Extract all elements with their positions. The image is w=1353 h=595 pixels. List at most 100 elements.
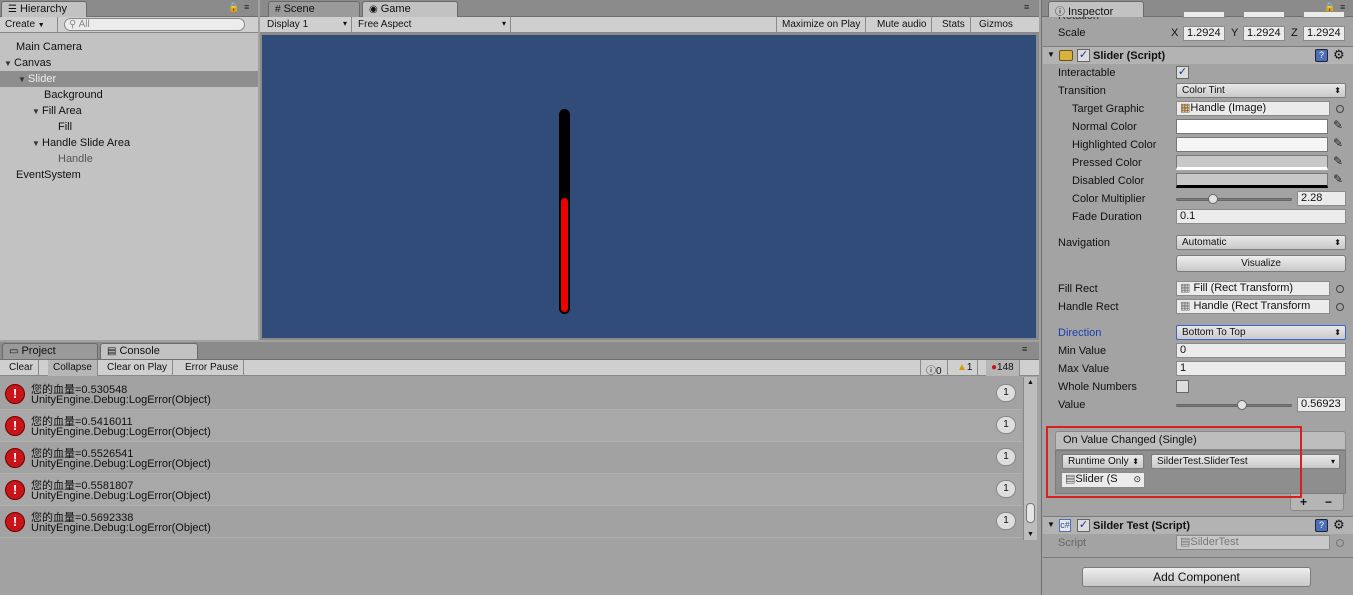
gear-icon[interactable]: ⚙: [1333, 517, 1345, 533]
fade-duration-label: Fade Duration: [1072, 211, 1142, 223]
console-entry[interactable]: ! 您的血量=0.5581807 UnityEngine.Debug:LogEr…: [0, 474, 1022, 506]
scale-z-field[interactable]: 1.2924: [1303, 26, 1345, 41]
maximize-on-play-toggle[interactable]: Maximize on Play: [776, 17, 867, 33]
slider-component-header[interactable]: ▼ ✓ Slider (Script) ? ⚙: [1043, 46, 1353, 64]
pressed-color-swatch[interactable]: [1176, 155, 1328, 170]
object-picker-icon[interactable]: [1336, 303, 1344, 311]
aspect-dropdown[interactable]: Free Aspect ▾: [353, 17, 511, 33]
gear-icon[interactable]: ⚙: [1333, 47, 1345, 63]
eyedropper-icon[interactable]: ✎: [1333, 154, 1343, 168]
scale-x-field[interactable]: 1.2924: [1183, 26, 1225, 41]
game-icon: ◉: [369, 4, 378, 15]
color-multiplier-field[interactable]: 2.28: [1297, 191, 1346, 206]
min-value-field[interactable]: 0: [1176, 343, 1346, 358]
navigation-dropdown[interactable]: Automatic ⬍: [1176, 235, 1346, 250]
eyedropper-icon[interactable]: ✎: [1333, 172, 1343, 186]
help-icon[interactable]: ?: [1315, 519, 1328, 532]
color-multiplier-thumb[interactable]: [1208, 194, 1218, 204]
tab-scene[interactable]: # Scene: [268, 1, 360, 17]
mute-audio-toggle[interactable]: Mute audio: [872, 17, 933, 33]
hierarchy-item[interactable]: Handle: [0, 151, 258, 167]
hierarchy-item[interactable]: Main Camera: [0, 39, 258, 55]
silder-test-component-header[interactable]: ▼ c# ✓ Silder Test (Script) ? ⚙: [1043, 516, 1353, 534]
error-filter-toggle[interactable]: ●148: [986, 360, 1020, 376]
highlighted-color-swatch[interactable]: [1176, 137, 1328, 152]
scroll-down-icon[interactable]: ▼: [1027, 531, 1034, 538]
eyedropper-icon[interactable]: ✎: [1333, 136, 1343, 150]
rotation-y-field[interactable]: [1243, 11, 1285, 18]
panel-menu-icon[interactable]: ≡: [244, 2, 249, 12]
gizmos-toggle[interactable]: Gizmos: [974, 17, 1018, 33]
info-filter-toggle[interactable]: ⓘ0: [920, 360, 948, 377]
clear-on-play-toggle[interactable]: Clear on Play: [102, 360, 174, 376]
eyedropper-icon[interactable]: ✎: [1333, 118, 1343, 132]
object-picker-icon[interactable]: [1336, 285, 1344, 293]
target-graphic-field[interactable]: ▦Handle (Image): [1176, 101, 1330, 116]
expand-arrow-icon[interactable]: ▼: [32, 136, 42, 152]
interactable-checkbox[interactable]: ✓: [1176, 66, 1189, 79]
normal-color-swatch[interactable]: [1176, 119, 1328, 134]
max-value-field[interactable]: 1: [1176, 361, 1346, 376]
hierarchy-item[interactable]: Background: [0, 87, 258, 103]
rotation-x-field[interactable]: [1183, 11, 1225, 18]
collapse-toggle[interactable]: Collapse: [48, 360, 98, 376]
hierarchy-item[interactable]: ▼ Handle Slide Area: [0, 135, 258, 151]
hierarchy-item[interactable]: Fill: [0, 119, 258, 135]
slider-enabled-checkbox[interactable]: ✓: [1077, 49, 1090, 62]
tab-inspector[interactable]: ⓘ Inspector: [1048, 1, 1144, 18]
console-entry[interactable]: ! 您的血量=0.5692338 UnityEngine.Debug:LogEr…: [0, 506, 1022, 538]
transition-dropdown[interactable]: Color Tint ⬍: [1176, 83, 1346, 98]
tab-console[interactable]: ▤ Console: [100, 343, 198, 359]
handle-rect-field[interactable]: ▦ Handle (Rect Transform: [1176, 299, 1330, 314]
fade-duration-field[interactable]: 0.1: [1176, 209, 1346, 224]
console-entry[interactable]: ! 您的血量=0.530548 UnityEngine.Debug:LogErr…: [0, 378, 1022, 410]
search-input[interactable]: ⚲ All: [64, 18, 245, 31]
console-entry[interactable]: ! 您的血量=0.5526541 UnityEngine.Debug:LogEr…: [0, 442, 1022, 474]
value-field[interactable]: 0.56923: [1297, 397, 1346, 412]
clear-button[interactable]: Clear: [4, 360, 39, 376]
game-tabbar: # Scene ◉ Game ≡: [260, 0, 1039, 17]
panel-menu-icon[interactable]: ≡: [1022, 344, 1027, 354]
rotation-z-field[interactable]: [1303, 11, 1345, 18]
scroll-thumb[interactable]: [1026, 503, 1035, 523]
game-view[interactable]: [262, 35, 1036, 338]
value-slider-thumb[interactable]: [1237, 400, 1247, 410]
disabled-color-swatch[interactable]: [1176, 173, 1328, 188]
scroll-up-icon[interactable]: ▲: [1027, 379, 1034, 386]
tab-hierarchy[interactable]: ☰ Hierarchy: [1, 1, 87, 17]
color-multiplier-slider[interactable]: [1176, 198, 1292, 201]
hierarchy-item[interactable]: ▼ Fill Area: [0, 103, 258, 119]
stats-toggle[interactable]: Stats: [937, 17, 971, 33]
foldout-arrow-icon[interactable]: ▼: [1047, 520, 1055, 529]
error-pause-toggle[interactable]: Error Pause: [180, 360, 245, 376]
expand-arrow-icon[interactable]: ▼: [18, 72, 28, 88]
console-scrollbar[interactable]: ▲ ▼: [1023, 377, 1037, 540]
hierarchy-tabbar: ☰ Hierarchy 🔒 ≡: [0, 0, 258, 17]
warning-filter-toggle[interactable]: ▲1: [952, 360, 979, 376]
console-entry[interactable]: ! 您的血量=0.5416011 UnityEngine.Debug:LogEr…: [0, 410, 1022, 442]
visualize-button[interactable]: Visualize: [1176, 255, 1346, 272]
tab-project[interactable]: ▭ Project: [2, 343, 98, 359]
add-component-button[interactable]: Add Component: [1082, 567, 1311, 587]
panel-menu-icon[interactable]: ≡: [1024, 2, 1029, 12]
create-button[interactable]: Create ▼: [0, 17, 58, 33]
display-dropdown[interactable]: Display 1 ▾: [262, 17, 352, 33]
value-slider[interactable]: [1176, 404, 1292, 407]
help-icon[interactable]: ?: [1315, 49, 1328, 62]
dropdown-caret-icon: ⬍: [1334, 328, 1341, 337]
foldout-arrow-icon[interactable]: ▼: [1047, 50, 1055, 59]
hierarchy-item-selected[interactable]: ▼ Slider: [0, 71, 258, 87]
scale-y-field[interactable]: 1.2924: [1243, 26, 1285, 41]
lock-icon[interactable]: 🔒: [228, 2, 239, 13]
remove-event-button[interactable]: −: [1325, 495, 1332, 509]
hierarchy-item[interactable]: ▼ Canvas: [0, 55, 258, 71]
direction-dropdown[interactable]: Bottom To Top ⬍: [1176, 325, 1346, 340]
silder-test-enabled-checkbox[interactable]: ✓: [1077, 519, 1090, 532]
expand-arrow-icon[interactable]: ▼: [4, 56, 14, 72]
tab-game[interactable]: ◉ Game: [362, 1, 458, 17]
whole-numbers-checkbox[interactable]: [1176, 380, 1189, 393]
hierarchy-item[interactable]: EventSystem: [0, 167, 258, 183]
fill-rect-field[interactable]: ▦ Fill (Rect Transform): [1176, 281, 1330, 296]
object-picker-icon[interactable]: [1336, 105, 1344, 113]
expand-arrow-icon[interactable]: ▼: [32, 104, 42, 120]
